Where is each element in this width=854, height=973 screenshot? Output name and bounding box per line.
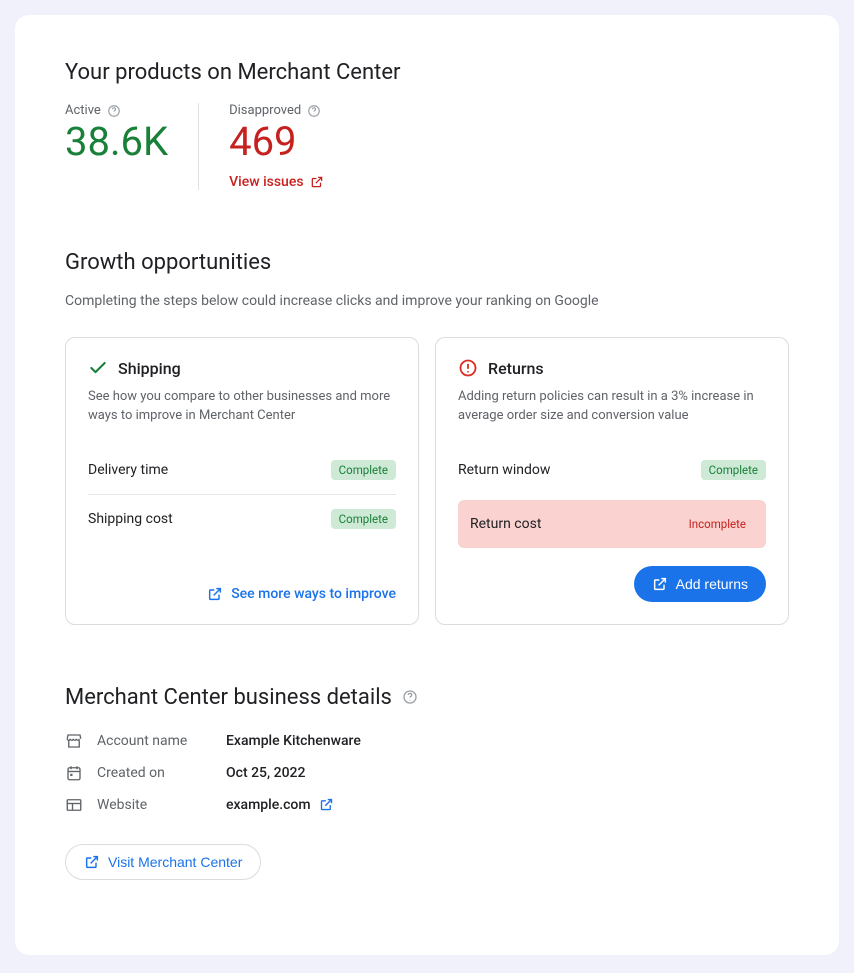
growth-title: Growth opportunities: [65, 250, 789, 275]
returns-title: Returns: [488, 359, 544, 378]
visit-merchant-center-label: Visit Merchant Center: [108, 854, 242, 870]
storefront-icon: [65, 732, 83, 750]
shipping-desc: See how you compare to other businesses …: [88, 388, 396, 426]
help-icon[interactable]: [107, 104, 121, 118]
shipping-card: Shipping See how you compare to other bu…: [65, 337, 419, 625]
account-label: Account name: [97, 733, 212, 749]
web-icon: [65, 796, 83, 814]
help-icon[interactable]: [307, 104, 321, 118]
details-title: Merchant Center business details: [65, 685, 392, 710]
help-icon[interactable]: [402, 689, 418, 705]
disapproved-value: 469: [229, 120, 323, 164]
products-title: Your products on Merchant Center: [65, 60, 789, 85]
account-value: Example Kitchenware: [226, 733, 361, 749]
alert-icon: [458, 358, 478, 378]
website-row: Website example.com: [65, 796, 789, 814]
growth-subtitle: Completing the steps below could increas…: [65, 293, 789, 309]
return-cost-label: Return cost: [470, 516, 541, 532]
check-icon: [88, 358, 108, 378]
delivery-time-label: Delivery time: [88, 462, 168, 478]
see-more-ways-button[interactable]: See more ways to improve: [207, 586, 396, 602]
active-stat: Active 38.6K: [65, 103, 198, 190]
disapproved-stat: Disapproved 469 View issues: [198, 103, 353, 190]
status-badge: Incomplete: [681, 514, 754, 534]
see-more-ways-label: See more ways to improve: [231, 586, 396, 602]
visit-merchant-center-button[interactable]: Visit Merchant Center: [65, 844, 261, 880]
external-link-icon: [319, 797, 334, 812]
returns-card: Returns Adding return policies can resul…: [435, 337, 789, 625]
disapproved-label: Disapproved: [229, 103, 301, 118]
external-link-icon: [310, 175, 324, 189]
shipping-cost-row: Shipping cost Complete: [88, 495, 396, 543]
returns-desc: Adding return policies can result in a 3…: [458, 388, 766, 426]
created-label: Created on: [97, 765, 212, 781]
created-on-row: Created on Oct 25, 2022: [65, 764, 789, 782]
website-link[interactable]: example.com: [226, 797, 334, 813]
delivery-time-row: Delivery time Complete: [88, 446, 396, 495]
add-returns-label: Add returns: [676, 576, 748, 592]
add-returns-button[interactable]: Add returns: [634, 566, 766, 602]
stats-row: Active 38.6K Disapproved 469 View issues: [65, 103, 789, 190]
external-link-icon: [207, 586, 223, 602]
created-value: Oct 25, 2022: [226, 765, 305, 781]
active-label: Active: [65, 103, 101, 118]
shipping-cost-label: Shipping cost: [88, 511, 173, 527]
external-link-icon: [84, 854, 100, 870]
return-cost-row: Return cost Incomplete: [458, 500, 766, 548]
status-badge: Complete: [331, 509, 396, 529]
status-badge: Complete: [331, 460, 396, 480]
account-name-row: Account name Example Kitchenware: [65, 732, 789, 750]
external-link-icon: [652, 576, 668, 592]
view-issues-label: View issues: [229, 174, 303, 190]
calendar-icon: [65, 764, 83, 782]
return-window-label: Return window: [458, 462, 550, 478]
view-issues-link[interactable]: View issues: [229, 174, 323, 190]
website-label: Website: [97, 797, 212, 813]
website-value: example.com: [226, 797, 311, 813]
status-badge: Complete: [701, 460, 766, 480]
shipping-title: Shipping: [118, 359, 181, 378]
return-window-row: Return window Complete: [458, 446, 766, 494]
active-value: 38.6K: [65, 120, 168, 164]
